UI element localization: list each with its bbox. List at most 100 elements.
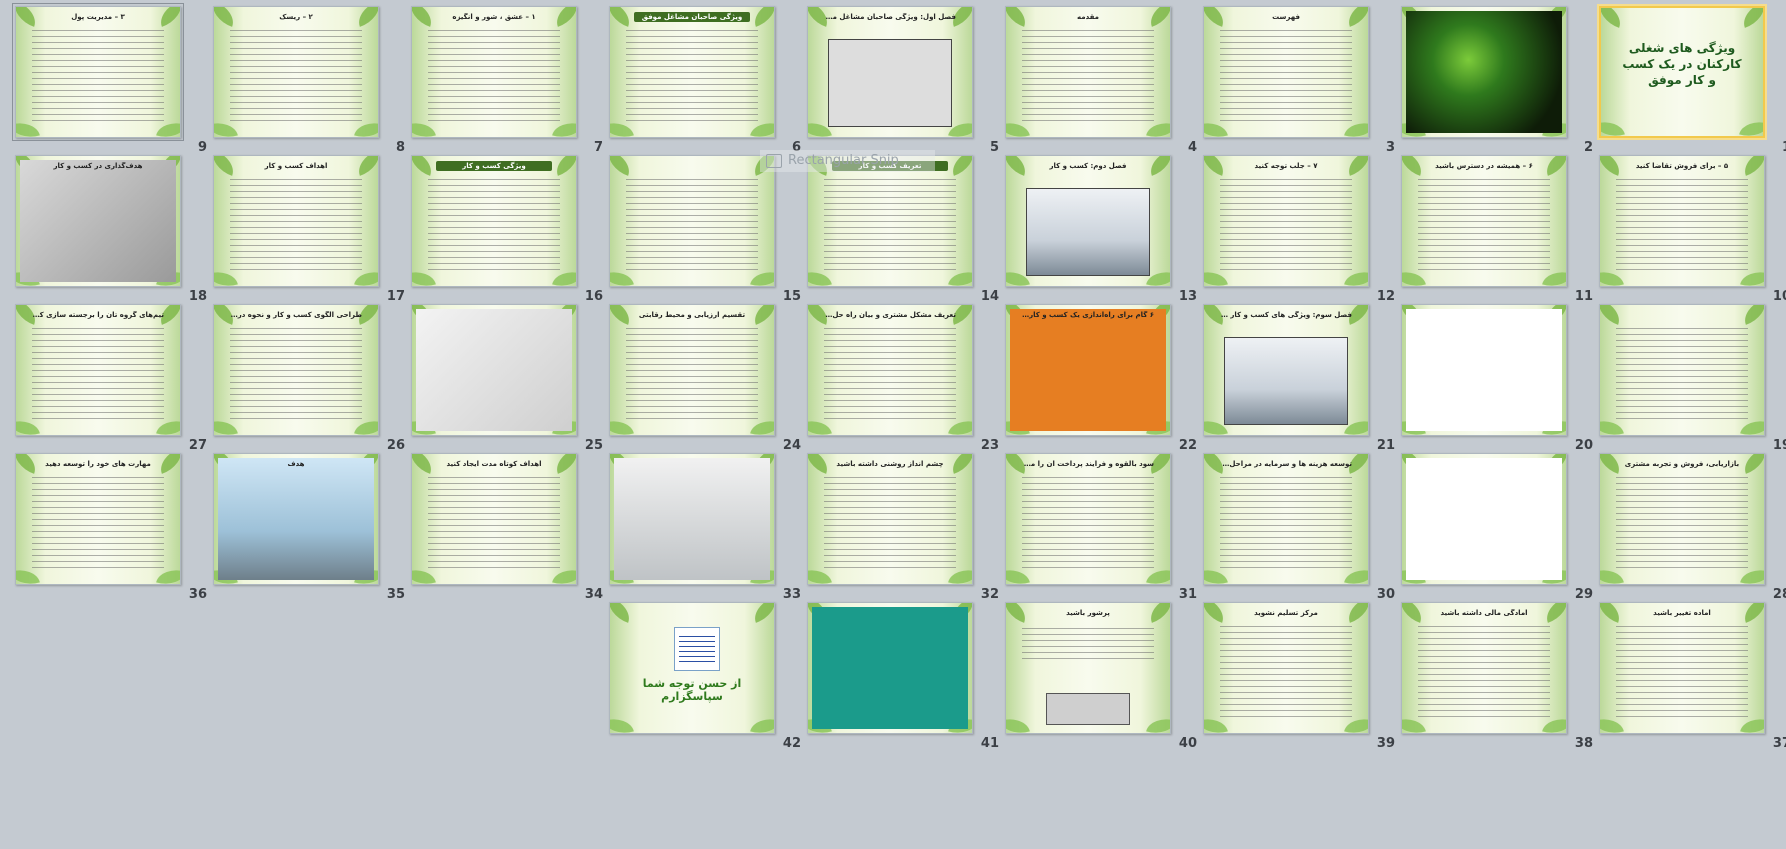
slide-thumbnail[interactable]: مقدمه	[1005, 6, 1171, 138]
slide-number: 5	[989, 140, 999, 155]
slide-title: ویژگی های شغلی کارکنان در یک کسب و کار م…	[1622, 41, 1742, 87]
slide-thumbnail[interactable]: چشم انداز روشنی داشته باشید	[807, 453, 973, 585]
slide-body-text	[1616, 474, 1748, 570]
slide-thumbnail[interactable]: ۵ – برای فروش تقاضا کنید	[1599, 155, 1765, 287]
slide-body-text	[1418, 623, 1550, 719]
slide-title: هدف‌گذاری در کسب و کار	[53, 162, 143, 170]
slide-thumbnail[interactable]: ۲ – ریسک	[213, 6, 379, 138]
slide-thumbnail[interactable]: ۷ – جلب توجه کنید	[1203, 155, 1369, 287]
slide-title: تعریف مشکل مشتری و بیان راه حل شما برای …	[824, 311, 956, 319]
slide-card-text	[679, 634, 715, 664]
slide-thumbnail[interactable]: تعریف کسب و کار	[807, 155, 973, 287]
slide-title: طراحی الگوی کسب و کار و نحوه درآمدزایی آ…	[230, 311, 362, 319]
slide-number: 40	[1178, 736, 1197, 751]
slide-thumbnail[interactable]: سود بالقوه و فرآیند پرداخت آن را مشخص کن…	[1005, 453, 1171, 585]
slide-thumbnail[interactable]: تقسیم ارزیابی و محیط رقابتی	[609, 304, 775, 436]
slide-thumbnail[interactable]: پرشور باشید	[1005, 602, 1171, 734]
slide-number: 28	[1772, 587, 1786, 602]
slide-thumbnail[interactable]: اهداف کسب و کار	[213, 155, 379, 287]
slide-thumbnail[interactable]: توسعه هزینه ها و سرمایه در مراحل راه‌اند…	[1203, 453, 1369, 585]
slide-picture	[1406, 458, 1562, 580]
leaf-decoration-icon	[551, 156, 576, 176]
slide-title: ۶ گام برای راه‌اندازی یک کسب و کار موفق	[1022, 311, 1154, 319]
slide-body-text	[626, 27, 758, 123]
slide-title: ۷ – جلب توجه کنید	[1254, 162, 1318, 170]
slide-thumbnail[interactable]	[609, 155, 775, 287]
slide-thumbnail[interactable]: مرکز تسلیم نشوید	[1203, 602, 1369, 734]
slide-number: 26	[386, 438, 405, 453]
slide-thumbnail[interactable]: هدف‌گذاری در کسب و کار	[15, 155, 181, 287]
slide-thumbnail[interactable]	[1401, 304, 1567, 436]
slide-thumbnail[interactable]	[1401, 6, 1567, 138]
leaf-decoration-icon	[1601, 116, 1625, 136]
slide-body-text	[32, 27, 164, 123]
slide-sorter-grid: ویژگی های شغلی کارکنان در یک کسب و کار م…	[0, 0, 1786, 849]
slide-body-text	[1616, 623, 1748, 719]
slide-thumbnail[interactable]: آماده تغییر باشید	[1599, 602, 1765, 734]
slide-thumbnail[interactable]: طراحی الگوی کسب و کار و نحوه درآمدزایی آ…	[213, 304, 379, 436]
slide-picture	[1046, 693, 1130, 725]
slide-title: ۶ – همیشه در دسترس باشید	[1435, 162, 1533, 170]
slide-thumbnail[interactable]	[1401, 453, 1567, 585]
slide-body-text	[1220, 474, 1352, 570]
slide-thumbnail[interactable]: فصل اول: ویژگی صاحبان مشاغل موفق	[807, 6, 973, 138]
slide-title: ۲ – ریسک	[279, 13, 313, 21]
slide-thumbnail[interactable]: ۶ گام برای راه‌اندازی یک کسب و کار موفق	[1005, 304, 1171, 436]
slide-thumbnail[interactable]: از حسن توجه شما سپاسگزارم	[609, 602, 775, 734]
slide-thumbnail[interactable]: تیم‌های گروه تان را برجسته سازی کنید	[15, 304, 181, 436]
slide-thumbnail[interactable]: ویژگی های شغلی کارکنان در یک کسب و کار م…	[1599, 6, 1765, 138]
slide-title: فصل سوم: ویژگی های کسب و کار موفق	[1220, 311, 1352, 319]
slide-thumbnail[interactable]	[807, 602, 973, 734]
slide-thumbnail[interactable]: فصل دوم: کسب و کار	[1005, 155, 1171, 287]
leaf-decoration-icon	[610, 156, 635, 176]
slide-number: 19	[1772, 438, 1786, 453]
slide-thumbnail[interactable]: تعریف مشکل مشتری و بیان راه حل شما برای …	[807, 304, 973, 436]
slide-number: 37	[1772, 736, 1786, 751]
slide-thumbnail[interactable]: فصل سوم: ویژگی های کسب و کار موفق	[1203, 304, 1369, 436]
slide-thumbnail[interactable]: مهارت های خود را توسعه دهید	[15, 453, 181, 585]
slide-thumbnail[interactable]: هدف	[213, 453, 379, 585]
leaf-decoration-icon	[610, 603, 635, 623]
slide-picture	[828, 39, 952, 127]
slide-title: اهداف کوتاه مدت ایجاد کنید	[446, 460, 542, 468]
slide-thumbnail[interactable]: فهرست	[1203, 6, 1369, 138]
slide-body-text	[230, 27, 362, 123]
slide-title: تقسیم ارزیابی و محیط رقابتی	[638, 311, 746, 319]
slide-thumbnail[interactable]: ویژگی صاحبان مشاغل موفق	[609, 6, 775, 138]
slide-body-text	[428, 176, 560, 272]
slide-picture	[218, 458, 374, 580]
slide-body-text	[1220, 623, 1352, 719]
slide-number: 1	[1761, 140, 1786, 155]
slide-thumbnail[interactable]: ۶ – همیشه در دسترس باشید	[1401, 155, 1567, 287]
slide-thumbnail[interactable]	[1599, 304, 1765, 436]
slide-thumbnail[interactable]: ۱ – عشق ، شور و انگیزه	[411, 6, 577, 138]
slide-number: 25	[584, 438, 603, 453]
slide-number: 41	[980, 736, 999, 751]
slide-body-text	[824, 176, 956, 272]
slide-thumbnail[interactable]: اهداف کوتاه مدت ایجاد کنید	[411, 453, 577, 585]
slide-picture	[416, 309, 572, 431]
slide-title: پرشور باشید	[1066, 609, 1110, 617]
slide-thumbnail[interactable]	[609, 453, 775, 585]
slide-number: 11	[1574, 289, 1593, 304]
slide-thumbnail[interactable]: ۳ – مدیریت پول	[12, 3, 184, 141]
slide-picture	[1224, 337, 1348, 425]
slide-thumbnail[interactable]	[411, 304, 577, 436]
slide-thumbnail[interactable]: آمادگی مالی داشته باشید	[1401, 602, 1567, 734]
slide-number: 21	[1376, 438, 1395, 453]
slide-title: فصل دوم: کسب و کار	[1049, 162, 1127, 170]
slide-title: آمادگی مالی داشته باشید	[1440, 609, 1528, 617]
slide-body-text	[428, 27, 560, 123]
slide-number: 39	[1376, 736, 1395, 751]
snip-overlay: Rectangular Snip	[760, 150, 935, 172]
slide-number: 42	[782, 736, 801, 751]
slide-title: مرکز تسلیم نشوید	[1254, 609, 1318, 617]
slide-number: 31	[1178, 587, 1197, 602]
slide-thumbnail[interactable]: بازاریابی، فروش و تجربه مشتری	[1599, 453, 1765, 585]
slide-number: 10	[1772, 289, 1786, 304]
slide-body-text	[824, 325, 956, 421]
slide-thumbnail[interactable]: ویژگی کسب و کار	[411, 155, 577, 287]
slide-number: 34	[584, 587, 603, 602]
slide-number: 38	[1574, 736, 1593, 751]
slide-closing-text: از حسن توجه شما سپاسگزارم	[642, 677, 742, 703]
